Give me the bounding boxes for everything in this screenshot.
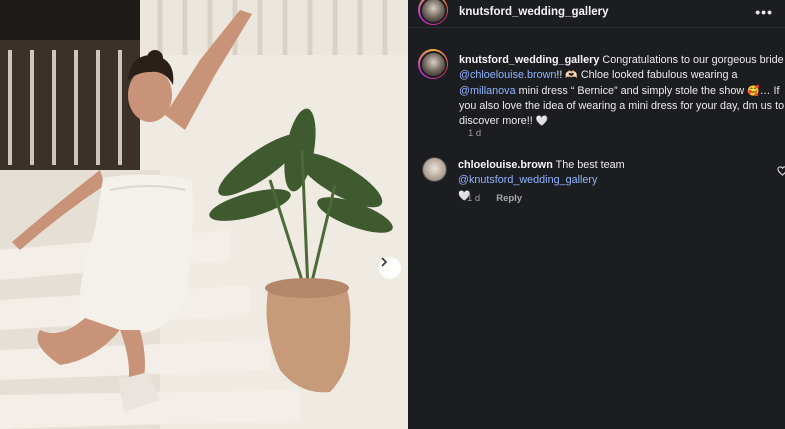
caption-text-part: Congratulations to our gorgeous bride	[599, 54, 784, 66]
caption-text-part: Chloe looked fabulous wearing a	[577, 69, 738, 82]
caption-avatar[interactable]	[418, 49, 448, 79]
account-username-link[interactable]: knutsford_wedding_gallery	[459, 6, 609, 18]
account-avatar[interactable]	[418, 0, 448, 25]
mention-link[interactable]: @chloelouise.brown	[459, 69, 556, 81]
post-photo	[0, 0, 408, 429]
commenter-avatar[interactable]	[422, 157, 447, 182]
white-heart-emoji: 🤍	[535, 116, 549, 128]
comment-meta: 1 d Reply	[467, 193, 522, 204]
reply-button[interactable]: Reply	[496, 193, 522, 204]
comment-timestamp[interactable]: 1 d	[467, 193, 480, 204]
comment-text-part: The best team	[552, 159, 625, 171]
like-comment-button[interactable]	[777, 163, 785, 181]
heart-outline-icon	[777, 166, 785, 176]
caption-username-link[interactable]: knutsford_wedding_gallery	[459, 54, 599, 66]
photo-illustration	[0, 0, 408, 429]
avatar-image	[419, 0, 447, 24]
caption-text-part: mini dress “ Bernice” and simply stole t…	[515, 84, 748, 97]
post-side-panel: knutsford_wedding_gallery ••• knutsford_…	[408, 0, 785, 429]
caption-text: knutsford_wedding_gallery Congratulation…	[459, 53, 785, 129]
commenter-username-link[interactable]: chloelouise.brown	[458, 159, 553, 171]
chevron-right-icon	[381, 257, 388, 267]
more-options-icon[interactable]: •••	[755, 4, 773, 20]
next-photo-button[interactable]	[379, 257, 401, 279]
post-header: knutsford_wedding_gallery •••	[408, 0, 785, 28]
avatar-image	[419, 50, 447, 78]
mention-link[interactable]: @millanova	[459, 85, 516, 97]
caption-timestamp[interactable]: 1 d	[468, 128, 481, 139]
instagram-post-modal: knutsford_wedding_gallery ••• knutsford_…	[0, 0, 785, 429]
heart-hands-emoji: 🫶🏻	[565, 70, 578, 82]
smiling-hearts-emoji: 🥰	[747, 85, 760, 97]
mention-link[interactable]: @knutsford_wedding_gallery	[458, 174, 597, 186]
